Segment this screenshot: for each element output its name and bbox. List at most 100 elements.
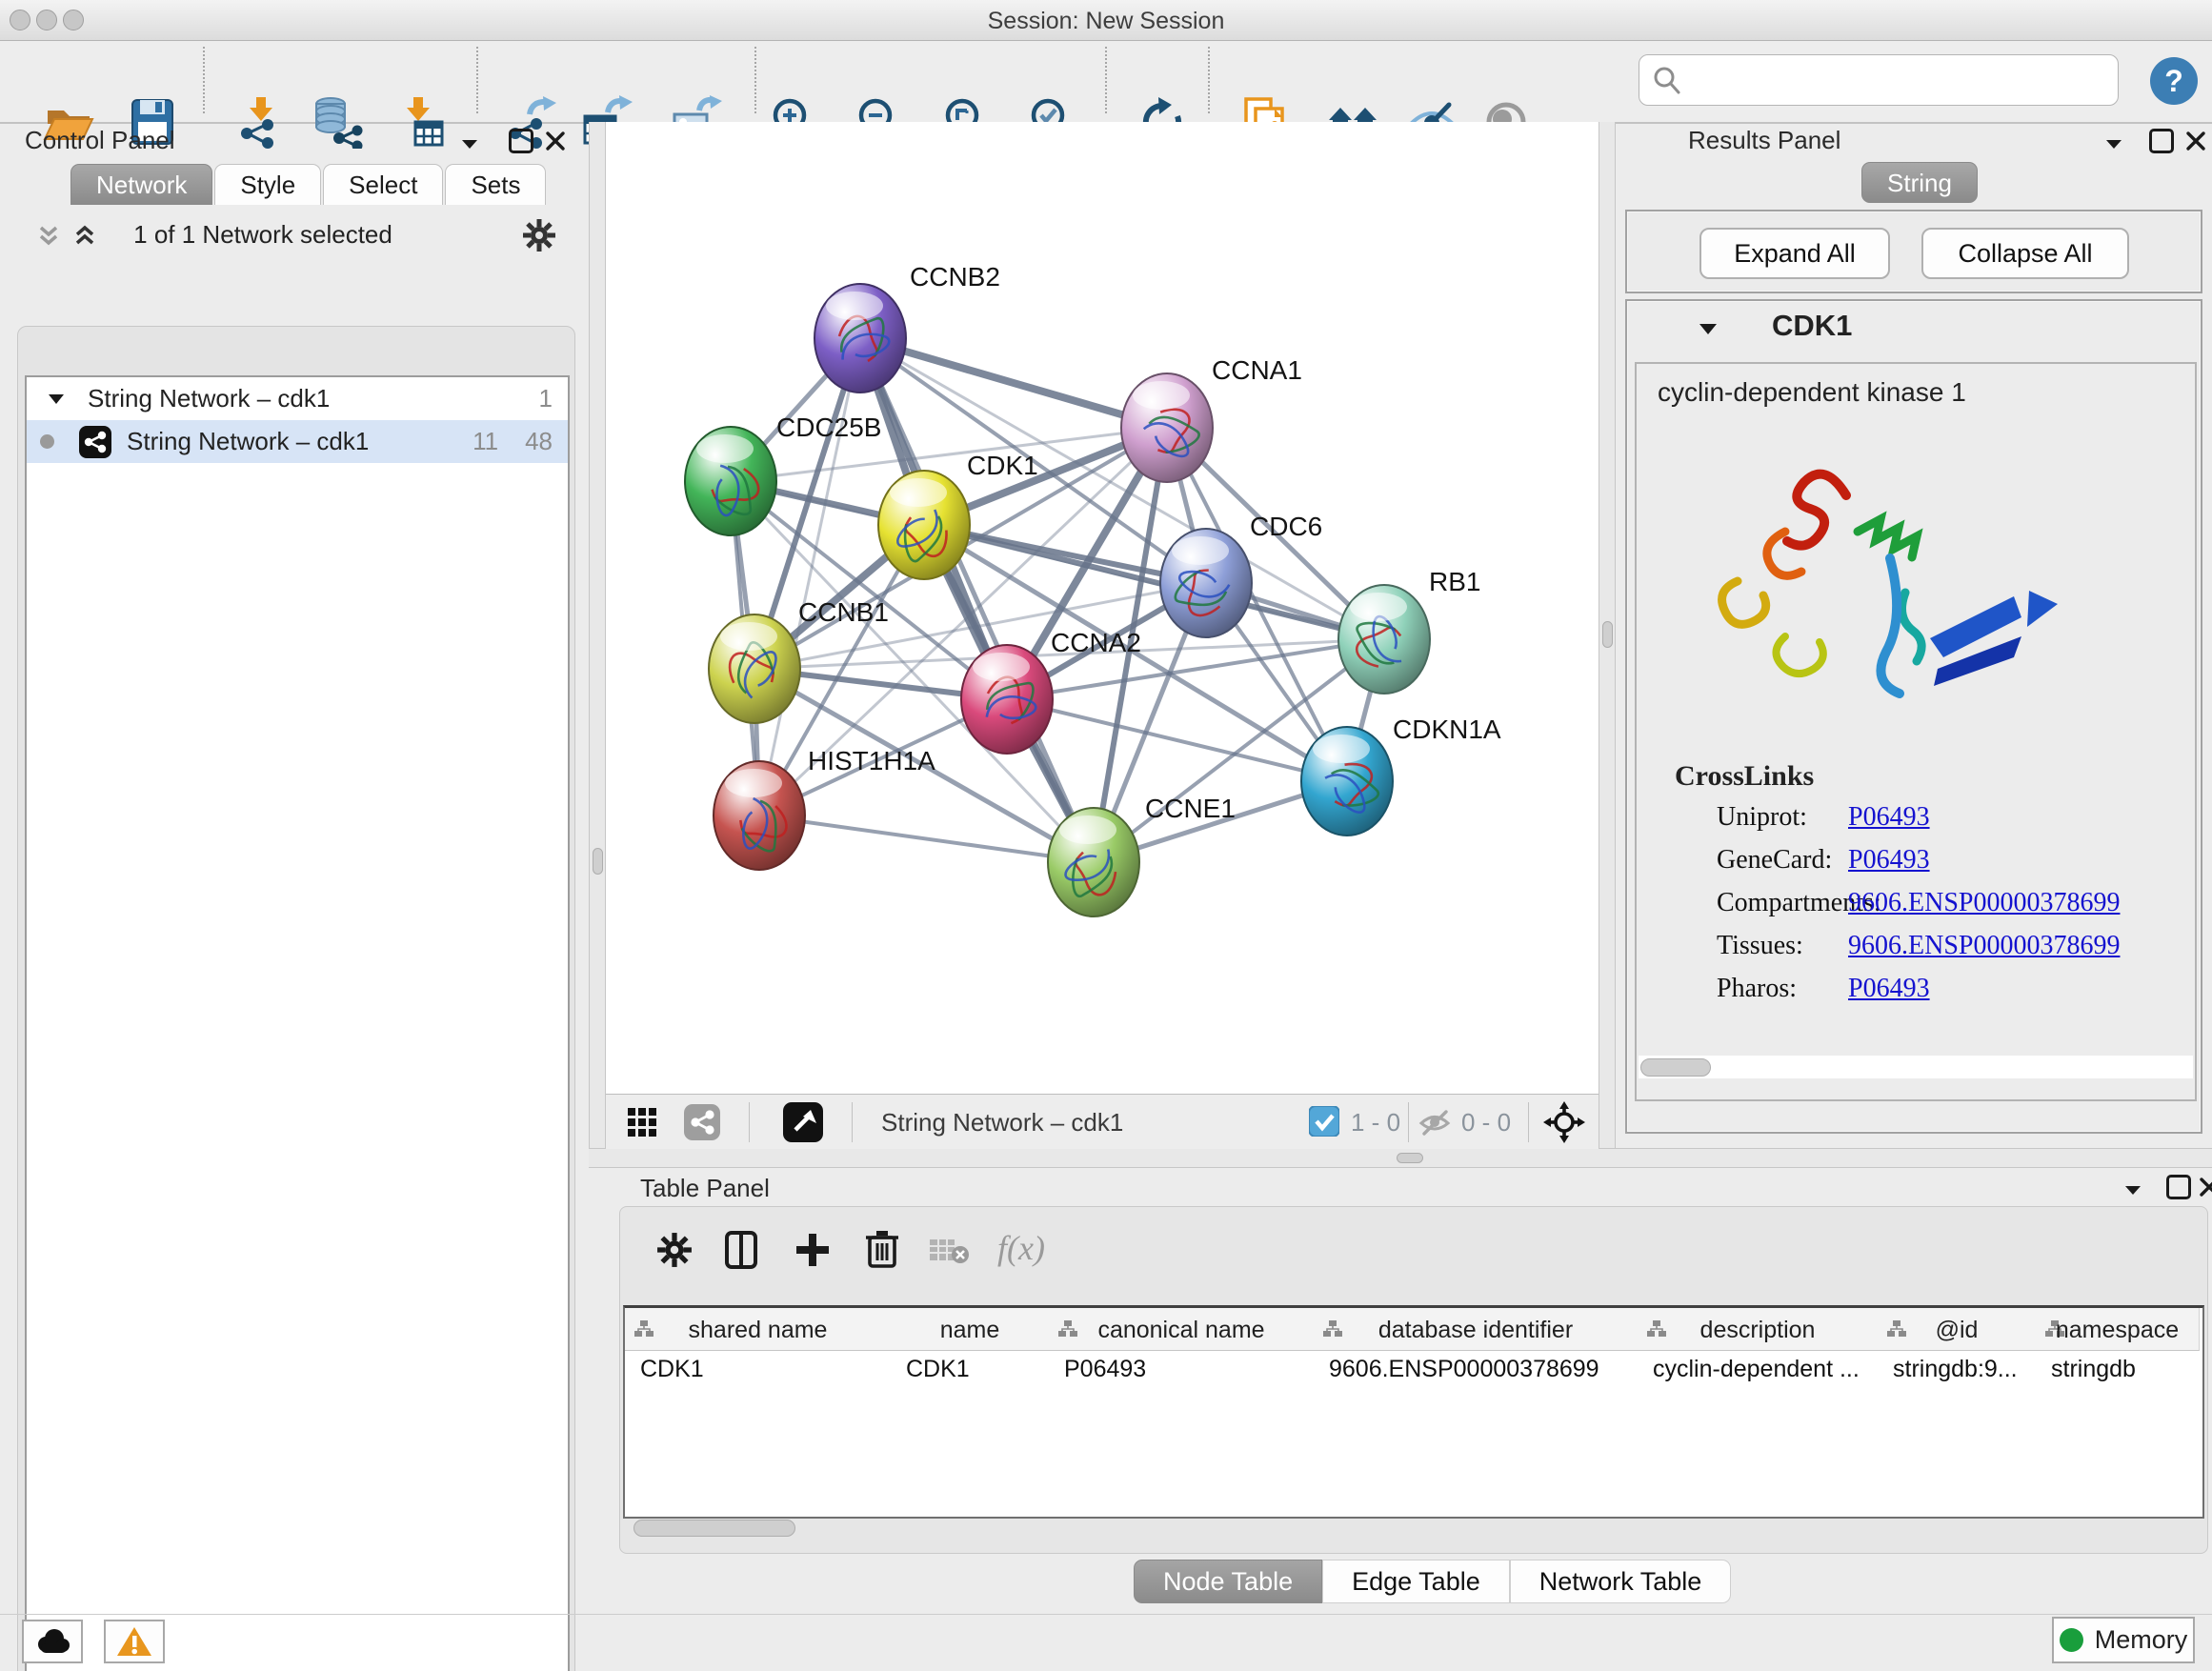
control-panel-float-button[interactable] xyxy=(457,131,482,156)
tab-string[interactable]: String xyxy=(1861,162,1978,203)
tab-node-table[interactable]: Node Table xyxy=(1134,1560,1322,1603)
results-panel: Results Panel String Expand All Collapse… xyxy=(1616,122,2212,1148)
table-cell[interactable]: stringdb xyxy=(2036,1350,2199,1388)
network-collection-row[interactable]: String Network – cdk1 1 xyxy=(27,377,568,420)
control-panel-maximize-button[interactable] xyxy=(509,129,533,153)
table-hscrollbar-thumb[interactable] xyxy=(633,1520,795,1537)
column-header-shared-name[interactable]: shared name xyxy=(625,1308,892,1351)
column-header-label: description xyxy=(1638,1317,1878,1344)
function-builder-icon: f(x) xyxy=(997,1228,1045,1268)
column-header-description[interactable]: description xyxy=(1638,1308,1879,1351)
help-icon[interactable]: ? xyxy=(2149,56,2199,106)
window-title: Session: New Session xyxy=(0,8,2212,35)
results-panel-close-button[interactable] xyxy=(2183,129,2208,153)
network-options-gear-icon[interactable] xyxy=(522,218,556,252)
gene-description: cyclin-dependent kinase 1 xyxy=(1658,377,1966,408)
column-header-name[interactable]: name xyxy=(891,1308,1050,1351)
tab-sets[interactable]: Sets xyxy=(445,164,546,205)
hidden-node-edge-count: 0 - 0 xyxy=(1461,1108,1511,1137)
string-view-icon[interactable] xyxy=(684,1104,720,1140)
results-hscrollbar-thumb[interactable] xyxy=(1640,1058,1711,1077)
hidden-eye-slash-icon xyxy=(1418,1106,1452,1138)
crosslink-value-link[interactable]: 9606.ENSP00000378699 xyxy=(1848,931,2120,961)
crosslink-value-link[interactable]: 9606.ENSP00000378699 xyxy=(1848,888,2120,918)
tab-edge-table[interactable]: Edge Table xyxy=(1322,1560,1510,1603)
crosslink-row: Pharos: P06493 xyxy=(1637,974,2195,1012)
show-columns-icon[interactable] xyxy=(723,1230,761,1270)
table-cell[interactable]: CDK1 xyxy=(891,1350,1049,1388)
toolbar-separator xyxy=(203,47,205,113)
results-panel-maximize-button[interactable] xyxy=(2149,129,2174,153)
crosslink-row: Uniprot:P06493 xyxy=(1637,802,2195,840)
tab-select[interactable]: Select xyxy=(323,164,443,205)
tab-network-table[interactable]: Network Table xyxy=(1510,1560,1732,1603)
search-field[interactable] xyxy=(1639,54,2119,106)
warning-icon xyxy=(115,1625,153,1658)
crosslinks-list: Uniprot:P06493GeneCard:P06493Compartment… xyxy=(1637,802,2195,1031)
network-node-count: 11 xyxy=(473,427,498,456)
toolbar-separator xyxy=(1208,47,1210,113)
expand-all-button[interactable]: Expand All xyxy=(1699,228,1890,279)
control-panel-tabs: NetworkStyleSelectSets xyxy=(70,164,548,205)
memory-label: Memory xyxy=(2095,1625,2188,1655)
memory-button[interactable]: Memory xyxy=(2052,1617,2195,1663)
table-cell[interactable]: 9606.ENSP00000378699 xyxy=(1314,1350,1638,1388)
column-header-label: namespace xyxy=(2036,1317,2199,1344)
tab-network[interactable]: Network xyxy=(70,164,212,205)
collapse-all-button[interactable]: Collapse All xyxy=(1921,228,2129,279)
add-column-icon[interactable] xyxy=(794,1230,832,1270)
crosslink-value-link[interactable]: P06493 xyxy=(1848,974,1930,1004)
table-cell[interactable]: P06493 xyxy=(1049,1350,1314,1388)
table-cell[interactable]: stringdb:9... xyxy=(1878,1350,2036,1388)
network-canvas[interactable]: CCNB2CCNA1CDC25BCDK1CDC6RB1CCNB1CCNA2CDK… xyxy=(606,122,1599,1094)
crosslink-label: Pharos: xyxy=(1717,974,1797,1004)
left-splitter[interactable] xyxy=(589,122,606,1148)
column-header-namespace[interactable]: namespace xyxy=(2036,1308,2200,1351)
table-panel-float-button[interactable] xyxy=(2121,1178,2145,1202)
network-node-label: CDKN1A xyxy=(1393,715,1501,744)
gene-collapse-caret-icon[interactable] xyxy=(1696,316,1720,341)
warning-status-button[interactable] xyxy=(104,1620,165,1663)
table-hscrollbar[interactable] xyxy=(628,1518,2200,1539)
crosslink-value-link[interactable]: P06493 xyxy=(1848,845,1930,876)
bottom-splitter[interactable] xyxy=(589,1148,2212,1168)
left-splitter-handle[interactable] xyxy=(593,848,603,875)
crosslink-value-link[interactable]: P06493 xyxy=(1848,802,1930,833)
search-input[interactable] xyxy=(1689,61,2102,97)
table-cell[interactable]: CDK1 xyxy=(625,1350,891,1388)
bottom-splitter-handle[interactable] xyxy=(1397,1153,1423,1163)
column-header--id[interactable]: @id xyxy=(1878,1308,2037,1351)
protein-structure-image xyxy=(1694,440,2065,726)
column-header-label: @id xyxy=(1878,1317,2036,1344)
gene-name: CDK1 xyxy=(1772,309,1852,343)
results-panel-float-button[interactable] xyxy=(2101,131,2126,156)
application-window: Session: New Session xyxy=(0,0,2212,1671)
results-hscrollbar[interactable] xyxy=(1639,1056,2193,1078)
column-header-label: name xyxy=(891,1317,1049,1344)
title-bar: Session: New Session xyxy=(0,0,2212,41)
delete-column-icon[interactable] xyxy=(864,1228,900,1270)
grid-view-icon[interactable] xyxy=(627,1107,657,1137)
network-edge xyxy=(860,338,1167,428)
tab-style[interactable]: Style xyxy=(214,164,321,205)
control-panel-close-button[interactable] xyxy=(543,129,568,153)
table-settings-gear-icon[interactable] xyxy=(656,1232,693,1268)
table-cell[interactable]: cyclin-dependent ... xyxy=(1638,1350,1878,1388)
column-header-database-identifier[interactable]: database identifier xyxy=(1314,1308,1639,1351)
fit-selected-crosshair-icon[interactable] xyxy=(1543,1101,1585,1143)
column-header-canonical-name[interactable]: canonical name xyxy=(1049,1308,1315,1351)
right-splitter-handle[interactable] xyxy=(1602,621,1613,648)
cloud-status-button[interactable] xyxy=(22,1620,83,1663)
right-splitter[interactable] xyxy=(1599,122,1616,1148)
network-view-title: String Network – cdk1 xyxy=(881,1108,1123,1137)
gene-result-card: CDK1 cyclin-dependent kinase 1 xyxy=(1625,299,2202,1134)
birds-eye-view-icon[interactable] xyxy=(783,1102,823,1142)
network-tree: String Network – cdk1 1 String Network –… xyxy=(25,375,570,1671)
network-row-selected[interactable]: String Network – cdk1 11 48 xyxy=(27,420,568,463)
network-node-label: CCNE1 xyxy=(1145,794,1236,823)
selected-checkbox-icon[interactable] xyxy=(1309,1106,1339,1137)
column-header-label: database identifier xyxy=(1314,1317,1638,1344)
table-panel-close-button[interactable] xyxy=(2197,1175,2212,1199)
table-panel-maximize-button[interactable] xyxy=(2166,1175,2191,1199)
crosslink-label: GeneCard: xyxy=(1717,845,1832,876)
